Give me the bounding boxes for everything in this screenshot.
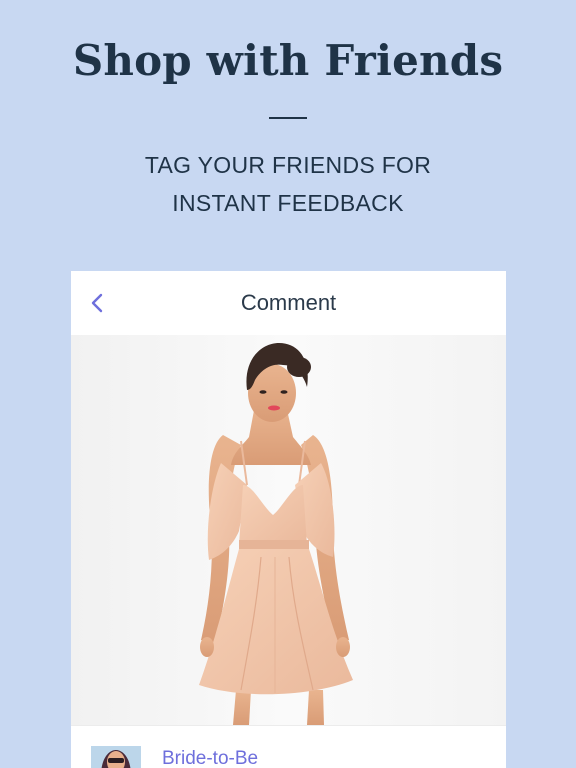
subtitle: TAG YOUR FRIENDS FOR INSTANT FEEDBACK: [0, 146, 576, 222]
phone-screen-card: Comment Bride-to-Be: [71, 271, 506, 768]
comment-row[interactable]: Bride-to-Be: [71, 725, 506, 768]
subtitle-line-2: INSTANT FEEDBACK: [172, 190, 404, 216]
comment-username[interactable]: Bride-to-Be: [162, 748, 258, 768]
screen-title: Comment: [240, 290, 337, 315]
headline-divider: [269, 117, 307, 119]
nav-bar: Comment: [71, 271, 506, 335]
user-avatar[interactable]: [91, 746, 141, 768]
headline: Shop with Friends: [72, 36, 504, 85]
subtitle-line-1: TAG YOUR FRIENDS FOR: [144, 152, 432, 178]
product-image: [71, 335, 506, 725]
